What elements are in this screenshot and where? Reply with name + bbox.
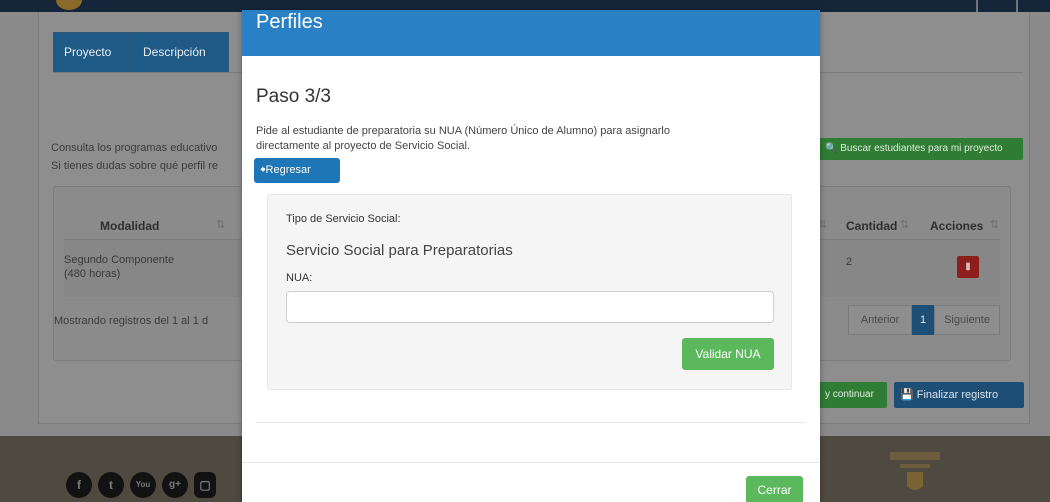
save-icon: 💾 <box>900 389 914 401</box>
modal-footer-divider <box>242 462 820 463</box>
column-header-acciones[interactable]: Acciones <box>930 219 983 233</box>
info-text: Si tienes dudas sobre qué perfil re <box>51 160 218 172</box>
nua-label: NUA: <box>286 272 313 284</box>
close-button[interactable]: Cerrar <box>746 476 803 502</box>
instruction-text: Pide al estudiante de preparatoria su NU… <box>256 124 776 154</box>
back-button-label: Regresar <box>265 164 311 176</box>
finish-registration-button[interactable]: 💾 Finalizar registro <box>894 382 1024 408</box>
sort-icon[interactable]: ⇅ <box>216 218 225 231</box>
youtube-icon[interactable]: You <box>130 472 156 498</box>
cantidad-cell: 2 <box>846 256 853 268</box>
info-text: Consulta los programas educativo <box>51 142 218 154</box>
search-students-label: Buscar estudiantes para mi proyecto <box>840 143 1003 154</box>
profiles-modal: Perfiles Paso 3/3 Pide al estudiante de … <box>242 10 820 502</box>
table-info: Mostrando registros del 1 al 1 d <box>54 315 209 327</box>
pagination-page-1[interactable]: 1 <box>912 305 934 335</box>
instruction-line: Pide al estudiante de preparatoria su NU… <box>256 125 670 137</box>
university-seal-icon <box>890 452 940 490</box>
column-header-modalidad[interactable]: Modalidad <box>100 219 159 233</box>
instruction-line: directamente al proyecto de Servicio Soc… <box>256 140 470 152</box>
university-logo <box>56 0 82 10</box>
validate-nua-button[interactable]: Validar NUA <box>682 338 774 370</box>
nua-form-panel: Tipo de Servicio Social: Servicio Social… <box>267 194 792 390</box>
service-type-label: Tipo de Servicio Social: <box>286 213 401 225</box>
pagination-prev[interactable]: Anterior <box>848 305 912 335</box>
modal-header: Perfiles <box>242 10 820 56</box>
navbar-separator <box>976 0 978 12</box>
finish-registration-label: Finalizar registro <box>916 389 999 401</box>
modal-divider <box>256 422 806 423</box>
modal-title: Perfiles <box>256 11 323 33</box>
sort-icon[interactable]: ⇅ <box>990 218 999 231</box>
pagination-next[interactable]: Siguiente <box>934 305 1000 335</box>
modalidad-cell: Segundo Componente <box>64 254 175 266</box>
instagram-icon[interactable]: ▢ <box>194 472 216 498</box>
search-students-button[interactable]: 🔍 Buscar estudiantes para mi proyecto <box>819 138 1023 160</box>
search-icon: 🔍 <box>825 143 838 154</box>
google-plus-icon[interactable]: g+ <box>162 472 188 498</box>
column-header-cantidad[interactable]: Cantidad <box>846 219 897 233</box>
tab-proyecto[interactable]: Proyecto <box>53 32 132 72</box>
save-continue-button[interactable]: y continuar <box>819 382 887 408</box>
facebook-icon[interactable]: f <box>66 472 92 498</box>
sort-icon[interactable]: ⇅ <box>900 218 909 231</box>
delete-button[interactable]: ▮ <box>957 256 979 278</box>
back-button[interactable]: 🠸Regresar <box>254 158 340 183</box>
twitter-icon[interactable]: t <box>98 472 124 498</box>
tab-descripcion[interactable]: Descripción <box>132 32 229 72</box>
step-indicator: Paso 3/3 <box>256 86 331 107</box>
service-type-value: Servicio Social para Preparatorias <box>286 242 513 259</box>
nua-input[interactable] <box>286 291 774 323</box>
trash-icon: ▮ <box>965 261 971 272</box>
modalidad-cell-hours: (480 horas) <box>64 268 121 280</box>
navbar-separator <box>1016 0 1018 12</box>
